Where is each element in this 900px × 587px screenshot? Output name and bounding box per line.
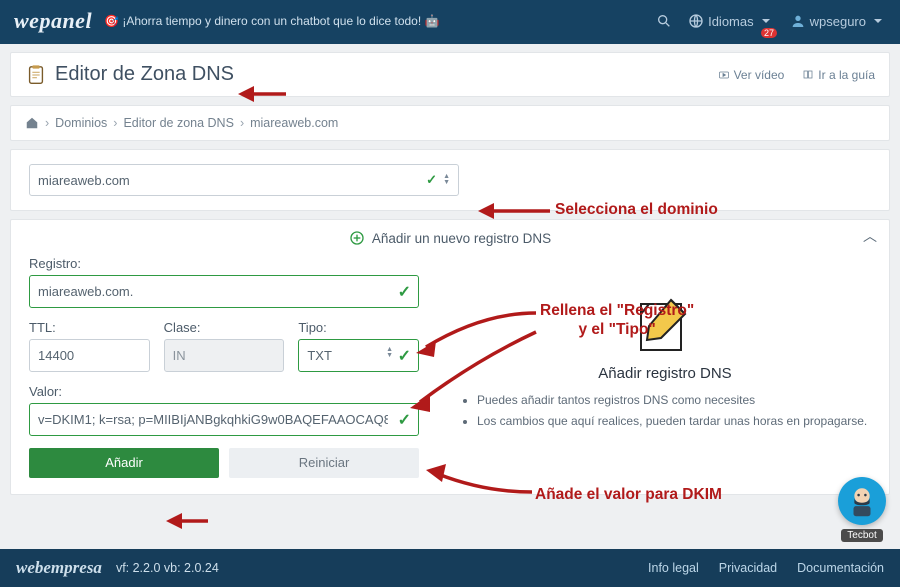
- panel-heading-text: Añadir un nuevo registro DNS: [372, 231, 551, 246]
- home-icon[interactable]: [25, 116, 39, 130]
- watch-video-label: Ver vídeo: [734, 68, 785, 82]
- language-selector[interactable]: Idiomas: [688, 13, 774, 29]
- breadcrumb-current: miareaweb.com: [250, 116, 338, 130]
- help-tip: Puedes añadir tantos registros DNS como …: [477, 392, 871, 409]
- domain-select-value: miareaweb.com: [38, 173, 130, 188]
- footer-version: vf: 2.2.0 vb: 2.0.24: [116, 561, 219, 575]
- sort-icon: ▲▼: [443, 174, 450, 186]
- registro-label: Registro:: [29, 256, 419, 271]
- language-label: Idiomas: [708, 14, 754, 29]
- bot-avatar-icon: [845, 484, 879, 518]
- add-dns-record-panel: ︿ Añadir un nuevo registro DNS Registro:…: [10, 219, 890, 495]
- note-pencil-icon: [633, 294, 697, 358]
- page-title-panel: Editor de Zona DNS Ver vídeo Ir a la guí…: [10, 52, 890, 97]
- chevron-down-icon: [870, 13, 886, 29]
- footer-docs-link[interactable]: Documentación: [797, 561, 884, 575]
- tipo-select[interactable]: [298, 339, 419, 372]
- go-to-guide-link[interactable]: Ir a la guía: [802, 68, 875, 82]
- breadcrumb-domains[interactable]: Dominios: [55, 116, 107, 130]
- ttl-input[interactable]: [29, 339, 150, 372]
- domain-select-panel: miareaweb.com ✓ ▲▼: [10, 149, 890, 211]
- footer-logo: webempresa: [16, 558, 102, 578]
- add-button[interactable]: Añadir: [29, 448, 219, 478]
- user-label: wpseguro: [810, 14, 866, 29]
- valor-label: Valor:: [29, 384, 419, 399]
- search-icon[interactable]: [656, 13, 672, 29]
- chevron-down-icon: [758, 13, 774, 29]
- globe-icon: [688, 13, 704, 29]
- clase-label: Clase:: [164, 320, 285, 335]
- ttl-label: TTL:: [29, 320, 150, 335]
- help-caption: Añadir registro DNS: [459, 365, 871, 382]
- watch-video-link[interactable]: Ver vídeo: [718, 68, 785, 82]
- clipboard-icon: [25, 64, 47, 86]
- user-icon: [790, 13, 806, 29]
- valor-input[interactable]: [29, 403, 419, 436]
- footer-legal-link[interactable]: Info legal: [648, 561, 699, 575]
- tipo-label: Tipo:: [298, 320, 419, 335]
- breadcrumb-sep: ›: [113, 116, 117, 130]
- page-title: Editor de Zona DNS: [55, 63, 234, 86]
- notification-badge[interactable]: 27: [761, 28, 777, 38]
- breadcrumb-sep: ›: [45, 116, 49, 130]
- registro-input[interactable]: [29, 275, 419, 308]
- app-logo[interactable]: wepanel: [14, 8, 92, 34]
- plus-circle-icon: [349, 230, 365, 246]
- footer-privacy-link[interactable]: Privacidad: [719, 561, 777, 575]
- reset-button[interactable]: Reiniciar: [229, 448, 419, 478]
- topbar: wepanel 🎯 ¡Ahorra tiempo y dinero con un…: [0, 0, 900, 44]
- check-icon: ✓: [426, 172, 437, 188]
- sort-icon: ▲▼: [386, 347, 393, 359]
- play-icon: [718, 69, 730, 81]
- book-icon: [802, 69, 814, 81]
- chatbot-launcher[interactable]: Tecbot: [838, 477, 886, 543]
- user-menu[interactable]: wpseguro: [790, 13, 886, 29]
- breadcrumb-sep: ›: [240, 116, 244, 130]
- clase-input: [164, 339, 285, 372]
- chatbot-label: Tecbot: [841, 529, 882, 542]
- footer: webempresa vf: 2.2.0 vb: 2.0.24 Info leg…: [0, 549, 900, 587]
- breadcrumb-dns-editor[interactable]: Editor de zona DNS: [123, 116, 233, 130]
- promo-text: 🎯 ¡Ahorra tiempo y dinero con un chatbot…: [104, 14, 439, 28]
- panel-heading: Añadir un nuevo registro DNS: [29, 230, 871, 246]
- breadcrumb: › Dominios › Editor de zona DNS › miarea…: [10, 105, 890, 141]
- help-tip: Los cambios que aquí realices, pueden ta…: [477, 413, 871, 430]
- domain-select[interactable]: miareaweb.com ✓ ▲▼: [29, 164, 459, 196]
- help-sidebar: Añadir registro DNS Puedes añadir tantos…: [459, 256, 871, 478]
- go-to-guide-label: Ir a la guía: [818, 68, 875, 82]
